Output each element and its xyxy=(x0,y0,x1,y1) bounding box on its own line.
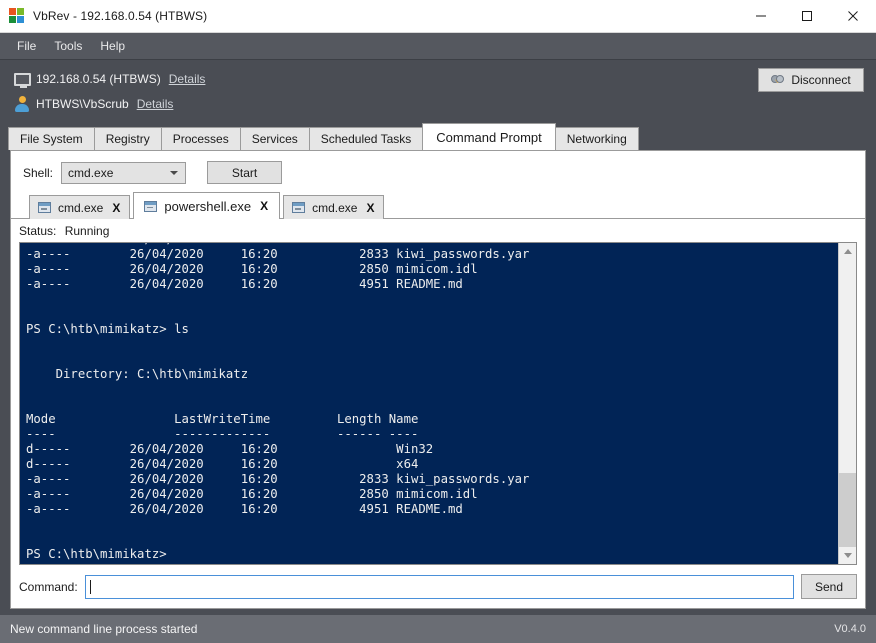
session-status-label: Status: xyxy=(19,224,57,238)
console-line: -a---- 26/04/2020 16:20 4951 README.md xyxy=(26,277,463,291)
scroll-down-icon[interactable] xyxy=(839,547,856,564)
console-line: PS C:\htb\mimikatz> ls xyxy=(26,322,189,336)
maximize-icon[interactable] xyxy=(784,0,830,32)
command-label: Command: xyxy=(19,579,78,594)
minimize-icon[interactable] xyxy=(738,0,784,32)
user-icon xyxy=(14,96,36,112)
scrollbar-thumb[interactable] xyxy=(839,473,856,547)
console-icon xyxy=(292,202,306,213)
session-tab-label: cmd.exe xyxy=(58,200,104,215)
chevron-down-icon xyxy=(170,170,179,175)
text-cursor xyxy=(89,579,91,594)
tab-processes[interactable]: Processes xyxy=(160,127,241,150)
shell-label: Shell: xyxy=(23,165,54,180)
console-output[interactable]: d----- 26/04/2020 16:20 x64-a---- 26/04/… xyxy=(20,243,838,564)
command-prompt-panel: Shell: cmd.exe Start cmd.exe X powershel… xyxy=(10,150,866,609)
application-window: VbRev - 192.168.0.54 (HTBWS) File Tools … xyxy=(0,0,876,643)
console-output-area: d----- 26/04/2020 16:20 x64-a---- 26/04/… xyxy=(19,242,857,565)
status-message: New command line process started xyxy=(10,622,198,636)
scrollbar-track[interactable] xyxy=(839,260,856,547)
console-line: ---- ------------- ------ ---- xyxy=(26,427,419,441)
title-bar: VbRev - 192.168.0.54 (HTBWS) xyxy=(0,0,876,33)
status-bar: New command line process started V0.4.0 xyxy=(0,615,876,643)
session-status: Status: Running xyxy=(11,219,865,242)
main-tab-strip: File System Registry Processes Services … xyxy=(0,123,876,150)
tab-scheduled-tasks[interactable]: Scheduled Tasks xyxy=(308,127,424,150)
session-close-icon[interactable]: X xyxy=(112,202,120,214)
console-line: -a---- 26/04/2020 16:20 2833 kiwi_passwo… xyxy=(26,247,530,261)
session-tab-label: cmd.exe xyxy=(312,200,358,215)
console-line: -a---- 26/04/2020 16:20 4951 README.md xyxy=(26,502,463,516)
console-line: -a---- 26/04/2020 16:20 2850 mimicom.idl xyxy=(26,487,478,501)
menu-item-file[interactable]: File xyxy=(8,36,45,56)
tab-services[interactable]: Services xyxy=(239,127,310,150)
console-line: -a---- 26/04/2020 16:20 2850 mimicom.idl xyxy=(26,262,478,276)
monitor-icon xyxy=(14,72,36,88)
disconnect-label: Disconnect xyxy=(791,73,851,87)
shell-select-value: cmd.exe xyxy=(68,165,114,180)
host-details-link[interactable]: Details xyxy=(169,72,206,86)
tab-networking[interactable]: Networking xyxy=(554,127,639,150)
version-label: V0.4.0 xyxy=(834,623,866,635)
tab-file-system[interactable]: File System xyxy=(8,127,95,150)
user-name: HTBWS\VbScrub xyxy=(36,97,129,111)
tab-command-prompt[interactable]: Command Prompt xyxy=(422,123,556,150)
user-details-link[interactable]: Details xyxy=(137,97,174,111)
shell-select[interactable]: cmd.exe xyxy=(61,161,187,184)
console-line: d----- 26/04/2020 16:20 x64 xyxy=(26,457,419,471)
session-body: Status: Running d----- 26/04/2020 16:20 … xyxy=(11,218,865,608)
menu-item-help[interactable]: Help xyxy=(91,36,134,56)
console-line: d----- 26/04/2020 16:20 Win32 xyxy=(26,442,434,456)
console-icon xyxy=(38,202,51,213)
start-button[interactable]: Start xyxy=(207,161,283,184)
session-tab-label: powershell.exe xyxy=(164,198,252,214)
session-tab-cmd-1[interactable]: cmd.exe X xyxy=(29,195,131,219)
close-icon[interactable] xyxy=(830,0,876,32)
console-line: Mode LastWriteTime Length Name xyxy=(26,412,419,426)
session-tab-cmd-2[interactable]: cmd.exe X xyxy=(283,195,385,219)
window-controls xyxy=(738,0,876,32)
host-name: 192.168.0.54 (HTBWS) xyxy=(36,72,161,86)
session-tab-powershell[interactable]: powershell.exe X xyxy=(133,192,281,219)
send-button[interactable]: Send xyxy=(801,574,857,599)
connection-header: 192.168.0.54 (HTBWS) Details HTBWS\VbScr… xyxy=(0,60,876,124)
command-input-row: Command: Send xyxy=(11,565,865,608)
session-close-icon[interactable]: X xyxy=(260,200,268,212)
shell-selector-row: Shell: cmd.exe Start xyxy=(11,151,865,192)
command-input[interactable] xyxy=(84,574,794,599)
menu-item-tools[interactable]: Tools xyxy=(45,36,91,56)
session-tab-strip: cmd.exe X powershell.exe X cmd.exe X xyxy=(11,192,865,219)
console-line: -a---- 26/04/2020 16:20 2833 kiwi_passwo… xyxy=(26,472,530,486)
menu-bar: File Tools Help xyxy=(0,33,876,60)
console-line: PS C:\htb\mimikatz> xyxy=(26,547,167,561)
scroll-up-icon[interactable] xyxy=(839,243,856,260)
window-title: VbRev - 192.168.0.54 (HTBWS) xyxy=(33,9,208,23)
disconnect-button[interactable]: Disconnect xyxy=(758,68,864,92)
session-close-icon[interactable]: X xyxy=(366,202,374,214)
console-icon xyxy=(144,200,158,212)
console-line: Directory: C:\htb\mimikatz xyxy=(26,367,249,381)
user-row: HTBWS\VbScrub Details xyxy=(14,93,864,115)
console-scrollbar[interactable] xyxy=(838,243,856,564)
app-icon xyxy=(9,8,25,24)
session-status-value: Running xyxy=(64,224,110,238)
plug-icon xyxy=(771,74,786,86)
tab-registry[interactable]: Registry xyxy=(93,127,162,150)
host-row: 192.168.0.54 (HTBWS) Details xyxy=(14,68,864,90)
